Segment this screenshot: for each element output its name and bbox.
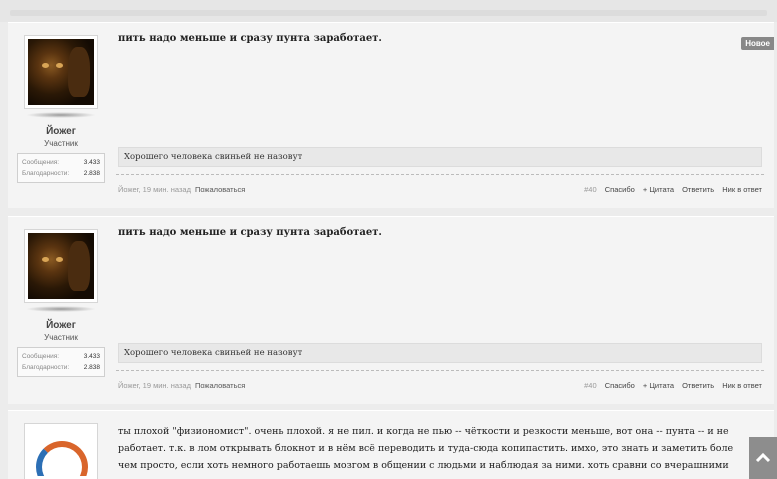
forum-post: Йожег Участник Сообщения: 3.433 Благодарн… <box>8 216 774 404</box>
new-badge: Новое <box>741 37 774 50</box>
quote-button[interactable]: + Цитата <box>643 185 674 194</box>
post-author: Йожег Участник Сообщения: 3.433 Благодарн… <box>16 229 106 377</box>
avatar-image <box>28 39 94 105</box>
author-role: Участник <box>44 139 78 148</box>
post-meta: Йожег, 19 мин. назад Пожаловаться #40 Спа… <box>118 381 762 390</box>
author-stats: Сообщения: 3.433 Благодарности: 2.838 <box>17 153 105 183</box>
avatar-image <box>28 233 94 299</box>
avatar-detail <box>68 47 90 97</box>
post-meta: Йожег, 19 мин. назад Пожаловаться #40 Спа… <box>118 185 762 194</box>
nick-reply-button[interactable]: Ник в ответ <box>722 185 762 194</box>
nick-reply-button[interactable]: Ник в ответ <box>722 381 762 390</box>
avatar-detail <box>56 63 63 68</box>
author-role: Участник <box>44 333 78 342</box>
post-actions: #40 Спасибо + Цитата Ответить Ник в отве… <box>584 381 762 390</box>
stat-row: Благодарности: 2.838 <box>22 362 100 373</box>
stat-row: Сообщения: 3.433 <box>22 351 100 362</box>
post-byline-group: Йожег, 19 мин. назад Пожаловаться <box>118 185 245 194</box>
forum-post: Йожег Участник Сообщения: 3.433 Благодарн… <box>8 22 774 208</box>
avatar-detail <box>42 63 49 68</box>
quote-button[interactable]: + Цитата <box>643 381 674 390</box>
post-number-link[interactable]: #40 <box>584 185 597 194</box>
post-byline[interactable]: Йожег, 19 мин. назад <box>118 381 191 390</box>
divider <box>10 10 767 16</box>
avatar-shadow <box>26 112 96 118</box>
post-message: пить надо меньше и сразу пунта заработае… <box>118 227 382 238</box>
author-name[interactable]: Йожег <box>16 126 106 137</box>
phoenix-avatar-image <box>28 427 94 476</box>
report-link[interactable]: Пожаловаться <box>195 185 245 194</box>
reply-button[interactable]: Ответить <box>682 381 714 390</box>
chevron-up-icon <box>755 452 771 463</box>
scroll-to-top-button[interactable] <box>749 437 777 479</box>
stat-row: Сообщения: 3.433 <box>22 157 100 168</box>
reply-button[interactable]: Ответить <box>682 185 714 194</box>
post-byline[interactable]: Йожег, 19 мин. назад <box>118 185 191 194</box>
avatar-detail <box>56 257 63 262</box>
stat-label: Сообщения: <box>22 159 60 166</box>
thanks-button[interactable]: Спасибо <box>605 381 635 390</box>
stat-value: 3.433 <box>83 353 100 360</box>
post-message: пить надо меньше и сразу пунта заработае… <box>118 33 382 44</box>
stat-label: Сообщения: <box>22 353 60 360</box>
divider <box>116 174 764 175</box>
post-signature: Хорошего человека свиньей не назовут <box>118 147 762 167</box>
avatar-shadow <box>26 306 96 312</box>
post-number-link[interactable]: #40 <box>584 381 597 390</box>
post-signature: Хорошего человека свиньей не назовут <box>118 343 762 363</box>
message-line: чем просто, если хоть немного работаешь … <box>118 460 729 471</box>
message-line: работает. т.к. в лом открывать блокнот и… <box>118 443 734 454</box>
report-link[interactable]: Пожаловаться <box>195 381 245 390</box>
divider <box>116 370 764 371</box>
avatar-detail <box>42 257 49 262</box>
stat-label: Благодарности: <box>22 364 70 371</box>
avatar[interactable] <box>24 423 98 479</box>
post-actions: #40 Спасибо + Цитата Ответить Ник в отве… <box>584 185 762 194</box>
avatar[interactable] <box>24 229 98 303</box>
avatar-detail <box>36 441 88 476</box>
post-message: ты плохой "физиономист". очень плохой. я… <box>118 423 758 474</box>
author-name[interactable]: Йожег <box>16 320 106 331</box>
post-author <box>16 423 106 479</box>
stat-value: 3.433 <box>83 159 100 166</box>
forum-post: ты плохой "физиономист". очень плохой. я… <box>8 410 774 479</box>
message-line: ты плохой "физиономист". очень плохой. я… <box>118 426 729 437</box>
avatar[interactable] <box>24 35 98 109</box>
post-byline-group: Йожег, 19 мин. назад Пожаловаться <box>118 381 245 390</box>
stat-value: 2.838 <box>83 170 100 177</box>
post-author: Йожег Участник Сообщения: 3.433 Благодарн… <box>16 35 106 183</box>
previous-post-edge <box>0 0 777 22</box>
stat-label: Благодарности: <box>22 170 70 177</box>
thanks-button[interactable]: Спасибо <box>605 185 635 194</box>
stat-value: 2.838 <box>83 364 100 371</box>
avatar-detail <box>68 241 90 291</box>
author-stats: Сообщения: 3.433 Благодарности: 2.838 <box>17 347 105 377</box>
stat-row: Благодарности: 2.838 <box>22 168 100 179</box>
